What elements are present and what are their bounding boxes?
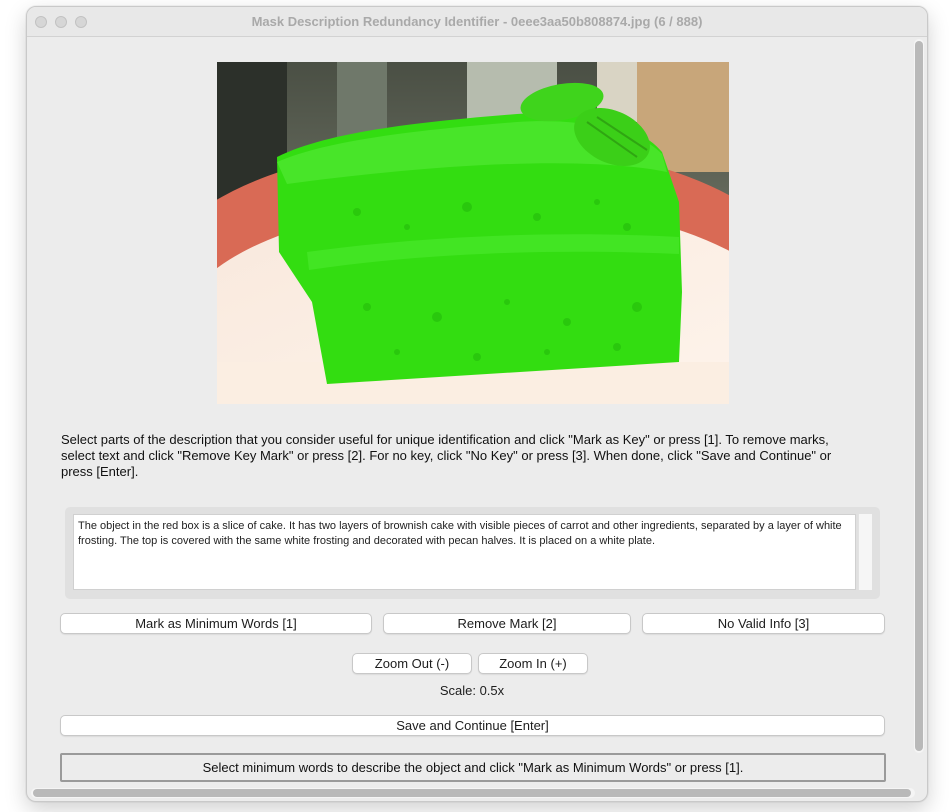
title-bar: Mask Description Redundancy Identifier -… (27, 7, 927, 37)
app-window: Mask Description Redundancy Identifier -… (26, 6, 928, 802)
status-bar: Select minimum words to describe the obj… (60, 753, 886, 782)
description-scrollbar[interactable] (858, 514, 872, 590)
description-text-area[interactable]: The object in the red box is a slice of … (73, 514, 856, 590)
vertical-scrollbar[interactable] (914, 39, 924, 753)
remove-mark-button[interactable]: Remove Mark [2] (383, 613, 631, 634)
window-title: Mask Description Redundancy Identifier -… (251, 14, 703, 29)
cake-photo-graphic (217, 62, 729, 404)
scale-label: Scale: 0.5x (439, 683, 505, 698)
save-and-continue-button[interactable]: Save and Continue [Enter] (60, 715, 885, 736)
zoom-in-button[interactable]: Zoom In (+) (478, 653, 588, 674)
horizontal-scroll-thumb[interactable] (33, 789, 911, 797)
horizontal-scrollbar[interactable] (31, 788, 915, 798)
instructions-text: Select parts of the description that you… (61, 432, 832, 479)
masked-image (217, 62, 729, 404)
mark-minimum-words-button[interactable]: Mark as Minimum Words [1] (60, 613, 372, 634)
no-valid-info-button[interactable]: No Valid Info [3] (642, 613, 885, 634)
zoom-out-button[interactable]: Zoom Out (-) (352, 653, 472, 674)
description-panel: The object in the red box is a slice of … (65, 507, 880, 599)
vertical-scroll-thumb[interactable] (915, 41, 923, 751)
